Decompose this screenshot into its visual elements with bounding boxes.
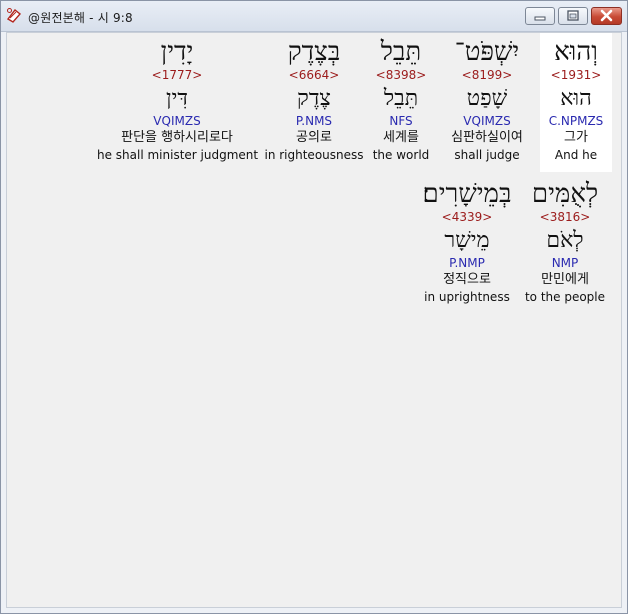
lemma-word: מֵישָׁר [444,228,490,253]
hebrew-word: יָדִין [160,37,194,67]
strong-number[interactable]: <6664> [263,67,365,83]
maximize-icon [567,10,579,21]
korean-gloss: 그가 [564,130,588,145]
strong-number[interactable]: <1931> [540,67,612,83]
minimize-icon [534,16,546,21]
parse-code: VQIMZS [463,114,511,128]
app-window: @원전본해 - 시 9:8 וְהוּא <1931> הוּא C.NPMZS… [0,0,628,614]
window-title: @원전본해 - 시 9:8 [28,11,133,25]
korean-gloss: 공의로 [296,130,332,145]
lemma-word: הוּא [560,86,592,111]
maximize-button[interactable] [558,7,588,25]
strong-number[interactable]: <4339> [417,209,517,225]
word-block[interactable]: יָדִין <1777> דִּין VQIMZS 판단을 행하시리로다 he… [97,33,259,163]
minimize-button[interactable] [525,7,555,25]
english-gloss: to the people [524,290,606,304]
hebrew-word: יִשְׁפֹּט־ [454,37,520,67]
word-block[interactable]: בְּמֵישָׁרִים׃ <4339> מֵישָׁר P.NMP 정직으로… [417,175,517,305]
parse-code: C.NPMZS [548,114,604,128]
parse-code: P.NMS [295,114,333,128]
word-block[interactable]: וְהוּא <1931> הוּא C.NPMZS 그가 And he [540,33,612,172]
english-gloss: in uprightness [424,290,510,304]
strong-number[interactable]: <8199> [435,67,539,83]
strong-number[interactable]: <1777> [97,67,257,83]
word-block[interactable]: בְּצֶדֶק <6664> צֶדֶק P.NMS 공의로 in right… [263,33,365,163]
lemma-word: תֵּבֵל [383,86,419,111]
title-bar[interactable]: @원전본해 - 시 9:8 [1,1,627,32]
lemma-word: שָׁפַט [466,86,508,111]
parse-code: NFS [389,114,413,128]
korean-gloss: 만민에게 [541,272,589,287]
english-gloss: in righteousness [264,148,364,162]
english-gloss: he shall minister judgment [97,148,259,162]
word-block[interactable]: תֵּבֵל <8398> תֵּבֵל NFS 세계를 the world [365,33,437,163]
word-block[interactable]: יִשְׁפֹּט־ <8199> שָׁפַט VQIMZS 심판하실이여 s… [435,33,539,163]
parse-code: P.NMP [449,256,485,270]
korean-gloss: 판단을 행하시리로다 [121,130,233,145]
english-gloss: And he [554,148,598,162]
hebrew-word: תֵּבֵל [380,37,422,67]
korean-gloss: 세계를 [383,130,419,145]
hebrew-word: בְּמֵישָׁרִים׃ [422,179,512,209]
english-gloss: the world [372,148,430,162]
korean-gloss: 정직으로 [443,272,491,287]
interlinear-panel: וְהוּא <1931> הוּא C.NPMZS 그가 And he יִש… [6,32,622,608]
close-button[interactable] [591,7,622,25]
hebrew-word: בְּצֶדֶק [287,37,341,67]
english-gloss: shall judge [454,148,520,162]
hebrew-word: לְאֻמִּים [531,179,599,209]
strong-number[interactable]: <3816> [523,209,607,225]
close-icon [600,9,613,22]
korean-gloss: 심판하실이여 [451,130,523,145]
lemma-word: לְאֹם [546,228,584,253]
word-block[interactable]: לְאֻמִּים <3816> לְאֹם NMP 만민에게 to the p… [523,175,607,305]
parse-code: NMP [551,256,579,270]
app-icon [6,7,22,23]
strong-number[interactable]: <8398> [365,67,437,83]
hebrew-word: וְהוּא [554,37,598,67]
parse-code: VQIMZS [153,114,201,128]
lemma-word: דִּין [166,86,188,111]
lemma-word: צֶדֶק [297,86,331,111]
